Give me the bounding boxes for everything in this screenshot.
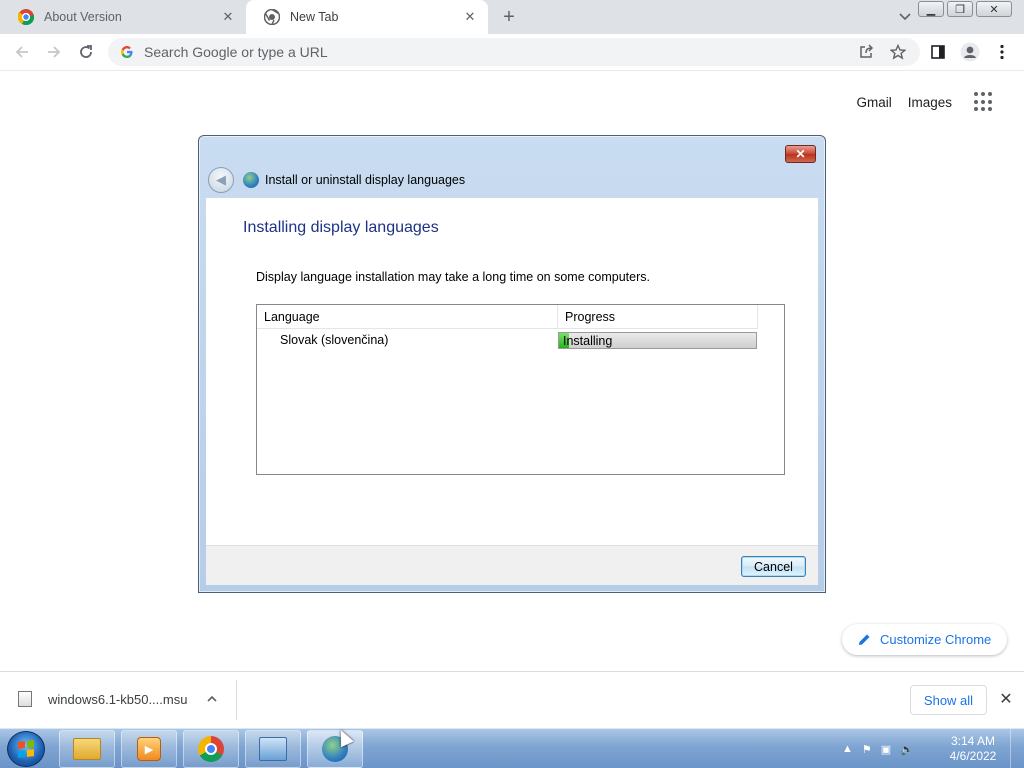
volume-icon[interactable]: 🔈 <box>900 743 914 756</box>
progress-status: Installing <box>563 334 613 348</box>
download-bar: windows6.1-kb50....msu Show all ✕ <box>0 671 1024 728</box>
globe-language-icon <box>243 172 259 188</box>
media-player-icon: ▶ <box>137 737 161 761</box>
reload-icon[interactable] <box>74 40 98 64</box>
dialog-close-button[interactable]: ✕ <box>785 145 816 163</box>
windows-taskbar: ▶ ▲ ⚑ ▣ 🔈 3:14 AM 4/6/2022 <box>0 728 1024 768</box>
cancel-button[interactable]: Cancel <box>741 556 806 577</box>
taskbar-media-player[interactable]: ▶ <box>121 730 177 768</box>
chrome-icon <box>198 736 224 762</box>
omnibox[interactable]: Search Google or type a URL <box>108 38 920 66</box>
show-hidden-icons-icon[interactable]: ▲ <box>842 743 853 755</box>
menu-kebab-icon[interactable] <box>990 40 1014 64</box>
taskbar-control-panel[interactable] <box>245 730 301 768</box>
customize-chrome-button[interactable]: Customize Chrome <box>842 624 1007 655</box>
tab-strip: About Version ✕ New Tab ✕ + ▁ ❐ ✕ <box>0 0 1024 34</box>
google-g-icon <box>121 46 133 58</box>
install-languages-dialog: ✕ ◀ Install or uninstall display languag… <box>198 135 826 593</box>
clock-date: 4/6/2022 <box>949 749 997 763</box>
chrome-logo-icon <box>264 9 280 25</box>
omnibox-placeholder: Search Google or type a URL <box>144 44 328 60</box>
dialog-content: Installing display languages Display lan… <box>206 198 818 545</box>
google-apps-icon[interactable] <box>974 92 994 112</box>
taskbar-explorer[interactable] <box>59 730 115 768</box>
taskbar-chrome[interactable] <box>183 730 239 768</box>
tab-title: About Version <box>44 10 122 24</box>
pencil-icon <box>859 634 870 645</box>
tab-close-icon[interactable]: ✕ <box>460 7 480 27</box>
dialog-title: Install or uninstall display languages <box>265 173 466 187</box>
tab-about-version[interactable]: About Version ✕ <box>0 0 246 34</box>
dialog-footer: Cancel <box>206 545 818 585</box>
chevron-up-icon[interactable] <box>207 693 218 705</box>
gmail-link[interactable]: Gmail <box>856 95 891 110</box>
download-filename: windows6.1-kb50....msu <box>48 691 188 707</box>
tab-new-tab[interactable]: New Tab ✕ <box>246 0 488 34</box>
share-icon[interactable] <box>854 40 878 64</box>
tab-close-icon[interactable]: ✕ <box>218 7 238 27</box>
language-list[interactable]: Language Progress Slovak (slovenčina) In… <box>256 304 785 475</box>
windows-flag-icon <box>18 740 34 758</box>
dialog-description: Display language installation may take a… <box>256 270 650 284</box>
chrome-favicon-icon <box>18 9 34 25</box>
forward-icon[interactable] <box>42 40 66 64</box>
new-tab-button[interactable]: + <box>497 5 521 29</box>
profile-avatar-icon[interactable] <box>958 40 982 64</box>
language-name: Slovak (slovenčina) <box>280 333 389 347</box>
tab-title: New Tab <box>290 10 339 24</box>
images-link[interactable]: Images <box>908 95 952 110</box>
back-arrow-icon[interactable]: ◀ <box>208 167 234 193</box>
show-all-button[interactable]: Show all <box>910 685 987 715</box>
restore-icon[interactable]: ❐ <box>947 1 973 17</box>
customize-chrome-label: Customize Chrome <box>880 632 992 647</box>
install-progress-bar: Installing <box>558 332 757 349</box>
control-panel-icon <box>259 737 287 761</box>
tab-search-chevron-icon[interactable] <box>894 6 916 28</box>
close-download-bar-icon[interactable]: ✕ <box>996 689 1016 709</box>
taskbar-clock[interactable]: 3:14 AM 4/6/2022 <box>940 734 1006 764</box>
action-center-flag-icon[interactable]: ⚑ <box>862 743 872 756</box>
network-icon[interactable]: ▣ <box>881 743 891 756</box>
minimize-icon[interactable]: ▁ <box>918 1 944 17</box>
start-button[interactable] <box>7 731 45 767</box>
dialog-heading: Installing display languages <box>243 219 439 236</box>
browser-toolbar: Search Google or type a URL <box>0 34 1024 71</box>
clock-time: 3:14 AM <box>950 734 996 748</box>
folder-icon <box>73 738 101 760</box>
column-header-progress[interactable]: Progress <box>558 305 758 329</box>
column-header-language[interactable]: Language <box>257 305 558 329</box>
side-panel-icon[interactable] <box>926 40 950 64</box>
system-tray: ▲ ⚑ ▣ 🔈 <box>842 729 923 768</box>
close-window-icon[interactable]: ✕ <box>976 1 1012 17</box>
download-separator <box>236 680 237 720</box>
ntp-header-links: Gmail Images <box>840 92 994 112</box>
download-item[interactable]: windows6.1-kb50....msu <box>18 691 218 707</box>
window-controls: ▁ ❐ ✕ <box>915 1 1012 17</box>
back-icon[interactable] <box>10 40 34 64</box>
show-desktop-button[interactable] <box>1010 729 1024 768</box>
msu-file-icon <box>18 691 32 707</box>
bookmark-star-icon[interactable] <box>886 40 910 64</box>
